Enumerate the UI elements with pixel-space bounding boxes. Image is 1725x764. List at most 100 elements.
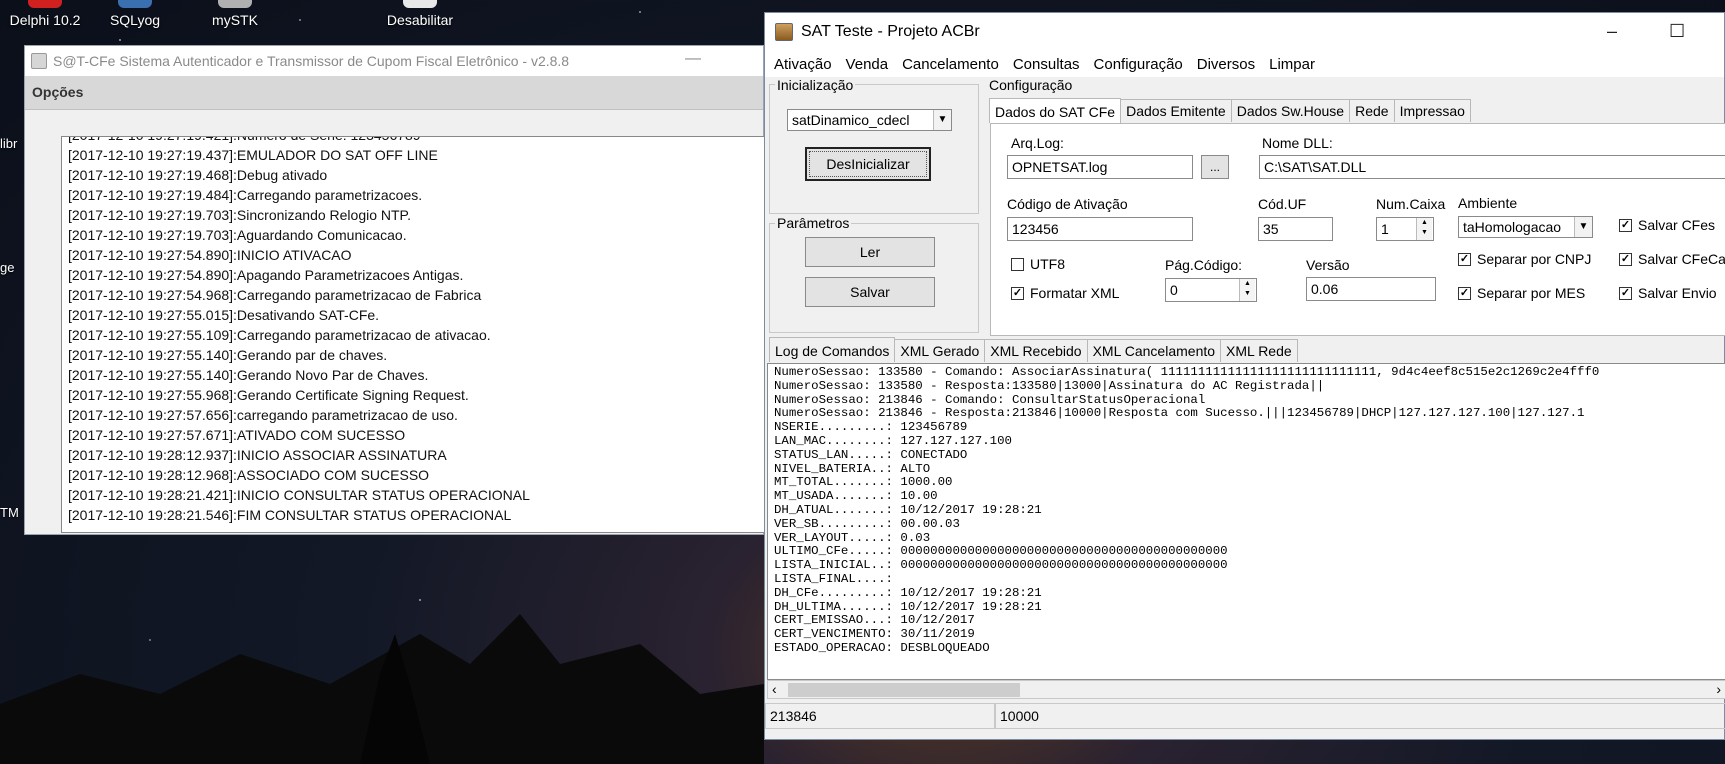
ambiente-value: taHomologacao bbox=[1463, 219, 1562, 235]
salvar-envio-label: Salvar Envio bbox=[1638, 285, 1717, 301]
config-tabs: Dados do SAT CFe Dados Emitente Dados Sw… bbox=[989, 97, 1471, 123]
desktop-side-label: libr bbox=[0, 136, 18, 151]
chevron-down-icon: ▼ bbox=[933, 110, 951, 130]
log-line: [2017-12-10 19:27:19.703]:Aguardando Com… bbox=[68, 227, 407, 243]
versao-input[interactable]: 0.06 bbox=[1306, 277, 1436, 301]
tab-xml-gerado[interactable]: XML Gerado bbox=[894, 339, 986, 362]
codigo-ativacao-label: Código de Ativação bbox=[1007, 196, 1128, 212]
sat-model-value: satDinamico_cdecl bbox=[792, 112, 910, 128]
salvar-button[interactable]: Salvar bbox=[805, 277, 935, 307]
log-line: [2017-12-10 19:27:19.468]:Debug ativado bbox=[68, 167, 328, 183]
status-sessao: 213846 bbox=[765, 703, 995, 729]
menu-consultas[interactable]: Consultas bbox=[1013, 56, 1090, 73]
menu-venda[interactable]: Venda bbox=[846, 56, 899, 73]
log-line: [2017-12-10 19:27:19.421]:Numero de Seri… bbox=[62, 137, 764, 145]
separar-mes-label: Separar por MES bbox=[1477, 285, 1586, 301]
ambiente-label: Ambiente bbox=[1458, 195, 1518, 211]
mystk-icon bbox=[218, 0, 252, 8]
salvar-envio-checkbox[interactable]: ✓ Salvar Envio bbox=[1619, 285, 1717, 301]
desktop-icon-desabilitar[interactable]: Desabilitar bbox=[375, 0, 465, 28]
desktop-icon-mystk[interactable]: mySTK bbox=[190, 0, 280, 28]
utf8-checkbox[interactable]: UTF8 bbox=[1011, 256, 1065, 272]
tab-dados-emitente[interactable]: Dados Emitente bbox=[1120, 99, 1232, 122]
formatar-xml-checkbox[interactable]: ✓ Formatar XML bbox=[1011, 285, 1119, 301]
arq-log-input[interactable]: OPNETSAT.log bbox=[1007, 155, 1193, 179]
spin-arrows-icon[interactable]: ▲ ▼ bbox=[1239, 279, 1255, 301]
inicializacao-label: Inicialização bbox=[775, 77, 856, 93]
log-line: [2017-12-10 19:27:54.890]:INICIO ATIVACA… bbox=[68, 247, 352, 263]
log-line: [2017-12-10 19:27:57.656]:carregando par… bbox=[68, 407, 458, 423]
codigo-ativacao-input[interactable]: 123456 bbox=[1007, 217, 1193, 241]
sat-log-area[interactable]: [2017-12-10 19:27:19.421]:Numero de Seri… bbox=[61, 136, 765, 533]
desktop-side-label: TM bbox=[0, 505, 19, 520]
ler-button[interactable]: Ler bbox=[805, 237, 935, 267]
num-caixa-stepper[interactable]: 1 ▲ ▼ bbox=[1376, 217, 1434, 241]
log-line: [2017-12-10 19:27:19.437]:EMULADOR DO SA… bbox=[68, 147, 438, 163]
log-line: [2017-12-10 19:28:12.937]:INICIO ASSOCIA… bbox=[68, 447, 447, 463]
tab-impressao[interactable]: Impressao bbox=[1393, 99, 1471, 122]
tab-xml-recebido[interactable]: XML Recebido bbox=[984, 339, 1088, 362]
parametros-label: Parâmetros bbox=[775, 215, 852, 231]
tab-xml-rede[interactable]: XML Rede bbox=[1220, 339, 1298, 362]
tab-log-comandos[interactable]: Log de Comandos bbox=[769, 337, 896, 362]
menu-cancelamento[interactable]: Cancelamento bbox=[902, 56, 1009, 73]
browse-log-button[interactable]: ... bbox=[1201, 155, 1229, 179]
log-line: [2017-12-10 19:27:55.015]:Desativando SA… bbox=[68, 307, 380, 323]
scroll-left-icon[interactable]: ‹ bbox=[772, 681, 777, 697]
log-line: [2017-12-10 19:28:12.968]:ASSOCIADO COM … bbox=[68, 467, 430, 483]
ambiente-select[interactable]: taHomologacao ▼ bbox=[1458, 216, 1593, 238]
nome-dll-input[interactable]: C:\SAT\SAT.DLL bbox=[1259, 155, 1725, 179]
sat-emulator-window: S@T-CFe Sistema Autenticador e Transmiss… bbox=[24, 45, 765, 535]
salvar-cfes-label: Salvar CFes bbox=[1638, 217, 1716, 233]
sat-options-menu[interactable]: Opções bbox=[25, 76, 763, 110]
spin-arrows-icon[interactable]: ▲ ▼ bbox=[1416, 218, 1432, 240]
tab-dados-sat[interactable]: Dados do SAT CFe bbox=[989, 98, 1122, 123]
tab-dados-swhouse[interactable]: Dados Sw.House bbox=[1230, 99, 1351, 122]
desktop-icon-delphi[interactable]: Delphi 10.2 bbox=[0, 0, 90, 28]
tab-xml-cancelamento[interactable]: XML Cancelamento bbox=[1086, 339, 1222, 362]
separar-mes-checkbox[interactable]: ✓ Separar por MES bbox=[1458, 285, 1585, 301]
command-log-area[interactable]: NumeroSessao: 133580 - Comando: Associar… bbox=[767, 363, 1725, 680]
pag-codigo-stepper[interactable]: 0 ▲ ▼ bbox=[1165, 278, 1257, 302]
sat-model-select[interactable]: satDinamico_cdecl ▼ bbox=[787, 109, 952, 131]
acbr-window-title: SAT Teste - Projeto ACBr bbox=[801, 23, 980, 40]
desktop-side-label: ge bbox=[0, 260, 15, 275]
cod-uf-input[interactable]: 35 bbox=[1258, 217, 1333, 241]
maximize-icon[interactable]: ☐ bbox=[1669, 21, 1685, 42]
minimize-icon[interactable]: – bbox=[1607, 21, 1617, 42]
log-line: [2017-12-10 19:27:55.968]:Gerando Certif… bbox=[68, 387, 469, 403]
salvar-cfes-checkbox[interactable]: ✓ Salvar CFes bbox=[1619, 217, 1715, 233]
horizontal-scrollbar[interactable]: ‹ › bbox=[767, 680, 1725, 699]
text-file-icon bbox=[403, 0, 437, 8]
sqlyog-icon bbox=[118, 0, 152, 8]
status-bar: 213846 10000 bbox=[765, 703, 1725, 729]
menu-configuracao[interactable]: Configuração bbox=[1094, 56, 1193, 73]
checkmark-icon: ✓ bbox=[1619, 252, 1632, 266]
versao-label: Versão bbox=[1306, 257, 1350, 273]
log-line: [2017-12-10 19:27:57.671]:ATIVADO COM SU… bbox=[68, 427, 406, 443]
sat-title-bar: S@T-CFe Sistema Autenticador e Transmiss… bbox=[25, 46, 763, 76]
scrollbar-thumb[interactable] bbox=[788, 683, 1020, 697]
menu-limpar[interactable]: Limpar bbox=[1269, 56, 1325, 73]
salvar-cfecan-checkbox[interactable]: ✓ Salvar CFeCan bbox=[1619, 251, 1725, 267]
checkmark-icon: ✓ bbox=[1458, 252, 1471, 266]
log-line: [2017-12-10 19:27:19.484]:Carregando par… bbox=[68, 187, 423, 203]
log-line: [2017-12-10 19:27:55.109]:Carregando par… bbox=[68, 327, 491, 343]
minimize-icon[interactable]: — bbox=[685, 50, 701, 68]
acbr-menu-bar: Ativação Venda Cancelamento Consultas Co… bbox=[765, 51, 1724, 77]
pag-codigo-label: Pág.Código: bbox=[1165, 257, 1243, 273]
menu-diversos[interactable]: Diversos bbox=[1197, 56, 1265, 73]
scroll-right-icon[interactable]: › bbox=[1716, 681, 1721, 697]
desinicializar-button[interactable]: DesInicializar bbox=[805, 147, 931, 181]
desktop-icon-label: mySTK bbox=[212, 12, 258, 28]
separar-cnpj-checkbox[interactable]: ✓ Separar por CNPJ bbox=[1458, 251, 1591, 267]
java-app-icon bbox=[31, 53, 47, 69]
tab-rede[interactable]: Rede bbox=[1349, 99, 1395, 122]
salvar-cfecan-label: Salvar CFeCan bbox=[1638, 251, 1725, 267]
menu-ativacao[interactable]: Ativação bbox=[774, 56, 842, 73]
desktop-icon-sqlyog[interactable]: SQLyog bbox=[90, 0, 180, 28]
checkmark-icon: ✓ bbox=[1619, 218, 1632, 232]
log-line: [2017-12-10 19:28:21.421]:INICIO CONSULT… bbox=[68, 487, 530, 503]
log-line: [2017-12-10 19:28:21.546]:FIM CONSULTAR … bbox=[68, 507, 512, 523]
pag-codigo-value: 0 bbox=[1170, 282, 1178, 298]
